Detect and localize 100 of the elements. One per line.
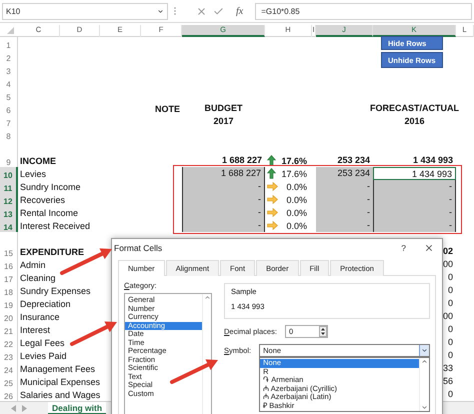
percent-change: 17.6% <box>280 154 308 166</box>
dialog-title: Format Cells <box>114 243 164 253</box>
scroll-down-icon[interactable] <box>421 404 428 411</box>
table-cell: - <box>316 180 373 193</box>
row-header[interactable]: 5 <box>0 89 18 102</box>
row-header[interactable]: 13 <box>0 206 18 219</box>
table-cell: - <box>316 219 373 232</box>
row-header[interactable]: 15 <box>0 232 18 258</box>
table-cell: 1 688 227 <box>182 167 265 180</box>
table-cell: 253 234 <box>316 167 373 180</box>
table-cell: - <box>182 193 265 206</box>
table-cell-text: FORECAST/ACTUAL <box>369 102 460 115</box>
row-header[interactable]: 11 <box>0 180 18 193</box>
table-cell-text: 2017 <box>212 115 235 128</box>
row-label: Levies <box>19 168 48 180</box>
row-label: Recoveries <box>19 194 66 206</box>
sheet-tab[interactable]: Dealing with <box>48 402 106 414</box>
annotation-arrow <box>70 321 117 346</box>
table-cell-text: 02 <box>442 245 454 258</box>
table-cell: - <box>373 219 456 232</box>
row-header[interactable]: 21 <box>0 323 18 336</box>
row-label: Sundry Income <box>19 181 82 193</box>
insert-function-button[interactable]: fx <box>236 6 244 16</box>
table-cell-text: 2016 <box>403 115 426 128</box>
row-label: Interest Received <box>19 220 92 232</box>
check-icon[interactable] <box>213 6 224 16</box>
close-icon[interactable] <box>424 243 434 253</box>
dropdown-icon[interactable] <box>421 347 428 354</box>
row-header[interactable]: 23 <box>0 349 18 362</box>
spinner-icon[interactable] <box>318 326 327 337</box>
table-cell-text: 0 <box>446 271 454 284</box>
table-cell: - <box>182 180 265 193</box>
scroll-up-icon[interactable] <box>421 358 428 365</box>
percent-change: 0.0% <box>285 206 308 218</box>
help-button[interactable]: ? <box>401 243 406 253</box>
table-cell-text: BUDGET <box>204 102 244 115</box>
table-cell: - <box>316 206 373 219</box>
row-header[interactable]: 18 <box>0 284 18 297</box>
annotation-arrow <box>170 359 218 384</box>
table-cell-text: 0 <box>446 297 454 310</box>
table-cell-text: 56 <box>442 375 454 388</box>
table-cell-text: 0 <box>446 284 454 297</box>
row-header[interactable]: 7 <box>0 115 18 128</box>
table-cell: - <box>182 206 265 219</box>
scroll-up-icon[interactable] <box>204 294 210 301</box>
table-cell: 1 434 993 <box>373 167 456 180</box>
row-header[interactable]: 22 <box>0 336 18 349</box>
column-title: NOTE <box>154 103 181 115</box>
table-cell: - <box>373 206 456 219</box>
table-cell-text: 1 688 227 <box>220 154 263 167</box>
row-header[interactable]: 17 <box>0 271 18 284</box>
row-label: EXPENDITURE <box>19 246 86 258</box>
row-label: Insurance <box>19 311 61 323</box>
percent-change: 0.0% <box>285 180 308 192</box>
row-header[interactable]: 25 <box>0 375 18 388</box>
formula-field[interactable]: =G10*0.85 <box>255 2 472 20</box>
row-header[interactable]: 19 <box>0 297 18 310</box>
percent-change: 17.6% <box>280 168 308 180</box>
row-header[interactable]: 4 <box>0 76 18 89</box>
table-cell-text: 0 <box>446 388 454 401</box>
table-cell-text: 00 <box>442 310 454 323</box>
row-header[interactable]: 6 <box>0 102 18 115</box>
row-label: INCOME <box>19 155 57 167</box>
row-header[interactable]: 14 <box>0 219 18 232</box>
table-cell-text: 0 <box>446 336 454 349</box>
row-label: Legal Fees <box>19 337 66 349</box>
table-cell-text: 1 434 993 <box>412 154 454 167</box>
table-cell-text: 0 <box>446 323 454 336</box>
row-header[interactable]: 24 <box>0 362 18 375</box>
table-cell-text: 0 <box>446 349 454 362</box>
row-header[interactable]: 10 <box>0 167 18 180</box>
table-cell: - <box>316 193 373 206</box>
row-label: Salaries and Wages <box>19 389 102 401</box>
row-label: Management Fees <box>19 363 96 375</box>
row-label: Admin <box>19 259 47 271</box>
table-cell-text: 00 <box>442 258 454 271</box>
cancel-icon[interactable] <box>196 6 207 16</box>
table-cell-text: 33 <box>442 362 454 375</box>
table-cell: - <box>373 193 456 206</box>
table-cell-text: 253 234 <box>336 154 371 167</box>
table-cell: - <box>373 180 456 193</box>
table-cell: - <box>182 219 265 232</box>
row-label: Municipal Expenses <box>19 376 102 388</box>
row-label: Depreciation <box>19 298 72 310</box>
row-label: Rental Income <box>19 207 80 219</box>
percent-change: 0.0% <box>285 194 308 206</box>
percent-change: 0.0% <box>285 220 308 232</box>
row-header[interactable]: 12 <box>0 193 18 206</box>
row-label: Cleaning <box>19 272 57 284</box>
row-header[interactable]: 1 <box>0 37 18 50</box>
name-box[interactable]: K10 <box>2 2 168 20</box>
dropdown-icon[interactable] <box>157 8 164 14</box>
row-header[interactable]: 16 <box>0 258 18 271</box>
row-header[interactable]: 3 <box>0 63 18 76</box>
row-label: Sundry Expenses <box>19 285 92 297</box>
row-header[interactable]: 20 <box>0 310 18 323</box>
row-label: Interest <box>19 324 52 336</box>
row-label: Levies Paid <box>19 350 68 362</box>
row-header[interactable]: 2 <box>0 50 18 63</box>
row-header[interactable]: 8 <box>0 128 18 141</box>
